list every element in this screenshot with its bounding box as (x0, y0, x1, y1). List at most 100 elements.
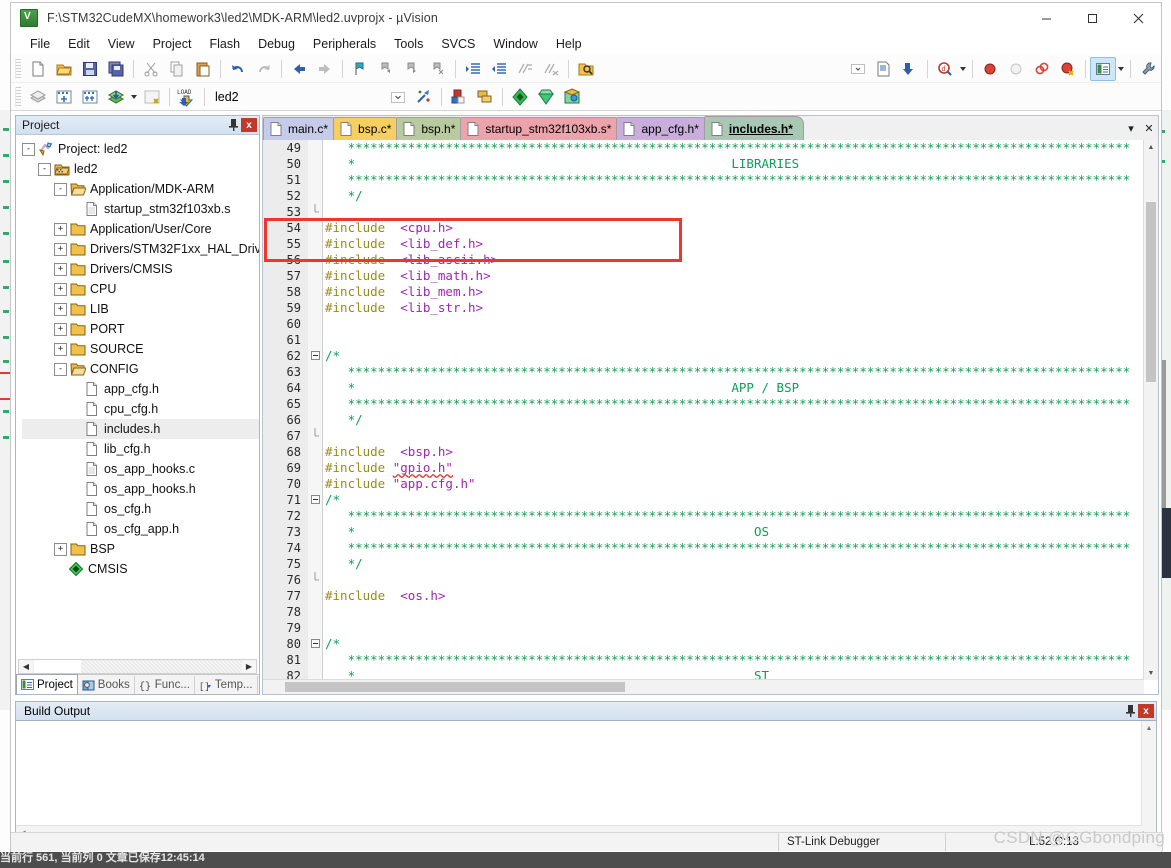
build-vscroll-up-icon[interactable]: ▲ (1142, 721, 1156, 735)
expand-toggle-icon[interactable]: + (54, 222, 67, 236)
toolbar-grip[interactable] (15, 58, 21, 79)
tree-item[interactable]: + Application/User/Core (22, 219, 259, 239)
cut-icon[interactable] (138, 57, 164, 81)
bookmark-prev-icon[interactable] (373, 57, 399, 81)
editor-hscroll-thumb[interactable] (285, 682, 625, 692)
tree-item[interactable]: + PORT (22, 319, 259, 339)
editor-tab-bspc[interactable]: bsp.c* (333, 117, 403, 140)
hscroll-thumb[interactable] (34, 660, 81, 673)
hscroll-right-icon[interactable]: ▶ (242, 660, 256, 673)
tree-item[interactable]: startup_stm32f103xb.s (22, 199, 259, 219)
expand-toggle-icon[interactable]: + (54, 542, 67, 556)
build-output-pin-icon[interactable] (1122, 703, 1138, 719)
menu-debug[interactable]: Debug (249, 35, 304, 53)
bookmark-next-icon[interactable] (399, 57, 425, 81)
expand-toggle-icon[interactable]: + (54, 262, 67, 276)
paste-icon[interactable] (190, 57, 216, 81)
tree-item[interactable]: - Project: led2 (22, 139, 259, 159)
download-load-icon[interactable]: LOAD (174, 85, 200, 109)
navigate-back-icon[interactable] (286, 57, 312, 81)
project-panel-tab-books[interactable]: Books (78, 676, 135, 694)
fold-collapse-icon[interactable] (309, 348, 321, 364)
tree-item[interactable]: os_app_hooks.h (22, 479, 259, 499)
tab-close-icon[interactable]: ✕ (1140, 117, 1158, 139)
manage-run-time-env-icon[interactable] (446, 85, 472, 109)
collapse-toggle-icon[interactable]: - (38, 162, 51, 176)
fold-collapse-icon[interactable] (309, 636, 321, 652)
editor-tab-bsph[interactable]: bsp.h* (396, 117, 467, 140)
project-panel-tab-temp[interactable]: [] Temp... (195, 676, 258, 694)
tree-item[interactable]: + LIB (22, 299, 259, 319)
configuration-wizard-icon[interactable] (1090, 56, 1116, 81)
editor-vscrollbar[interactable]: ▲ ▼ (1143, 140, 1158, 680)
close-button[interactable] (1115, 3, 1161, 33)
target-options-icon[interactable] (507, 85, 533, 109)
build-output-content[interactable]: ▲ ◀ (16, 721, 1156, 840)
tree-item[interactable]: os_app_hooks.c (22, 459, 259, 479)
project-tree[interactable]: - Project: led2- led2- Application/MDK-ARM s… (16, 135, 259, 656)
project-panel-close-icon[interactable]: x (241, 118, 257, 132)
collapse-toggle-icon[interactable]: - (22, 142, 35, 156)
maximize-button[interactable] (1069, 3, 1115, 33)
menu-window[interactable]: Window (484, 35, 546, 53)
batch-build-caret-icon[interactable] (129, 86, 139, 108)
editor-hscrollbar[interactable] (263, 679, 1144, 694)
tree-item[interactable]: + SOURCE (22, 339, 259, 359)
disable-breakpoint-icon[interactable] (1003, 57, 1029, 81)
expand-toggle-icon[interactable]: + (54, 242, 67, 256)
kill-all-breakpoints-icon[interactable] (1055, 57, 1081, 81)
project-panel-tab-func[interactable]: {} Func... (135, 676, 195, 694)
tree-item[interactable]: - Application/MDK-ARM (22, 179, 259, 199)
tree-item[interactable]: os_cfg.h (22, 499, 259, 519)
hscroll-left-icon[interactable]: ◀ (19, 660, 33, 673)
vscroll-thumb[interactable] (1146, 202, 1156, 382)
tree-item[interactable]: + Drivers/STM32F1xx_HAL_Driv (22, 239, 259, 259)
minimize-button[interactable] (1023, 3, 1069, 33)
redo-icon[interactable] (251, 57, 277, 81)
tree-item[interactable]: + BSP (22, 539, 259, 559)
batch-build-icon[interactable] (103, 85, 129, 109)
insert-breakpoint-icon[interactable] (977, 57, 1003, 81)
menu-peripherals[interactable]: Peripherals (304, 35, 385, 53)
tree-item[interactable]: os_cfg_app.h (22, 519, 259, 539)
bookmark-toggle-icon[interactable] (347, 57, 373, 81)
editor-tab-startup_stm32f103xbs[interactable]: startup_stm32f103xb.s* (460, 117, 623, 140)
search-dropdown-caret-icon[interactable] (958, 58, 968, 80)
options-wrench-icon[interactable] (1135, 57, 1161, 81)
menu-edit[interactable]: Edit (59, 35, 99, 53)
tree-item[interactable]: CMSIS (22, 559, 259, 579)
open-file-icon[interactable] (51, 57, 77, 81)
fold-collapse-icon[interactable] (309, 492, 321, 508)
editor-tab-includesh[interactable]: includes.h* (703, 116, 804, 140)
tree-item[interactable]: lib_cfg.h (22, 439, 259, 459)
multi-project-icon[interactable] (472, 85, 498, 109)
tab-list-dropdown-icon[interactable]: ▾ (1122, 117, 1140, 139)
target-combo-arrow-icon[interactable] (385, 85, 411, 109)
hscroll-track[interactable] (82, 660, 242, 673)
indent-decrease-icon[interactable] (486, 57, 512, 81)
pack-installer-icon[interactable] (559, 85, 585, 109)
find-document-icon[interactable] (871, 57, 897, 81)
menu-file[interactable]: File (21, 35, 59, 53)
tree-item[interactable]: includes.h (22, 419, 259, 439)
goto-definition-icon[interactable] (897, 57, 923, 81)
expand-toggle-icon[interactable]: + (54, 322, 67, 336)
tree-item[interactable]: app_cfg.h (22, 379, 259, 399)
find-in-files-icon[interactable] (573, 57, 599, 81)
navigate-forward-icon[interactable] (312, 57, 338, 81)
save-all-icon[interactable] (103, 57, 129, 81)
copy-icon[interactable] (164, 57, 190, 81)
translate-file-icon[interactable] (25, 85, 51, 109)
menu-svcs[interactable]: SVCS (432, 35, 484, 53)
collapse-toggle-icon[interactable]: - (54, 182, 67, 196)
vscroll-up-icon[interactable]: ▲ (1144, 140, 1158, 154)
expand-toggle-icon[interactable]: + (54, 302, 67, 316)
build-target-icon[interactable] (51, 85, 77, 109)
menu-view[interactable]: View (99, 35, 144, 53)
manage-project-items-icon[interactable] (411, 85, 437, 109)
tree-item[interactable]: - CONFIG (22, 359, 259, 379)
build-output-vscrollbar[interactable]: ▲ (1141, 721, 1156, 840)
menu-help[interactable]: Help (547, 35, 591, 53)
disable-all-breakpoints-icon[interactable] (1029, 57, 1055, 81)
editor-tab-app_cfgh[interactable]: app_cfg.h* (616, 117, 710, 140)
